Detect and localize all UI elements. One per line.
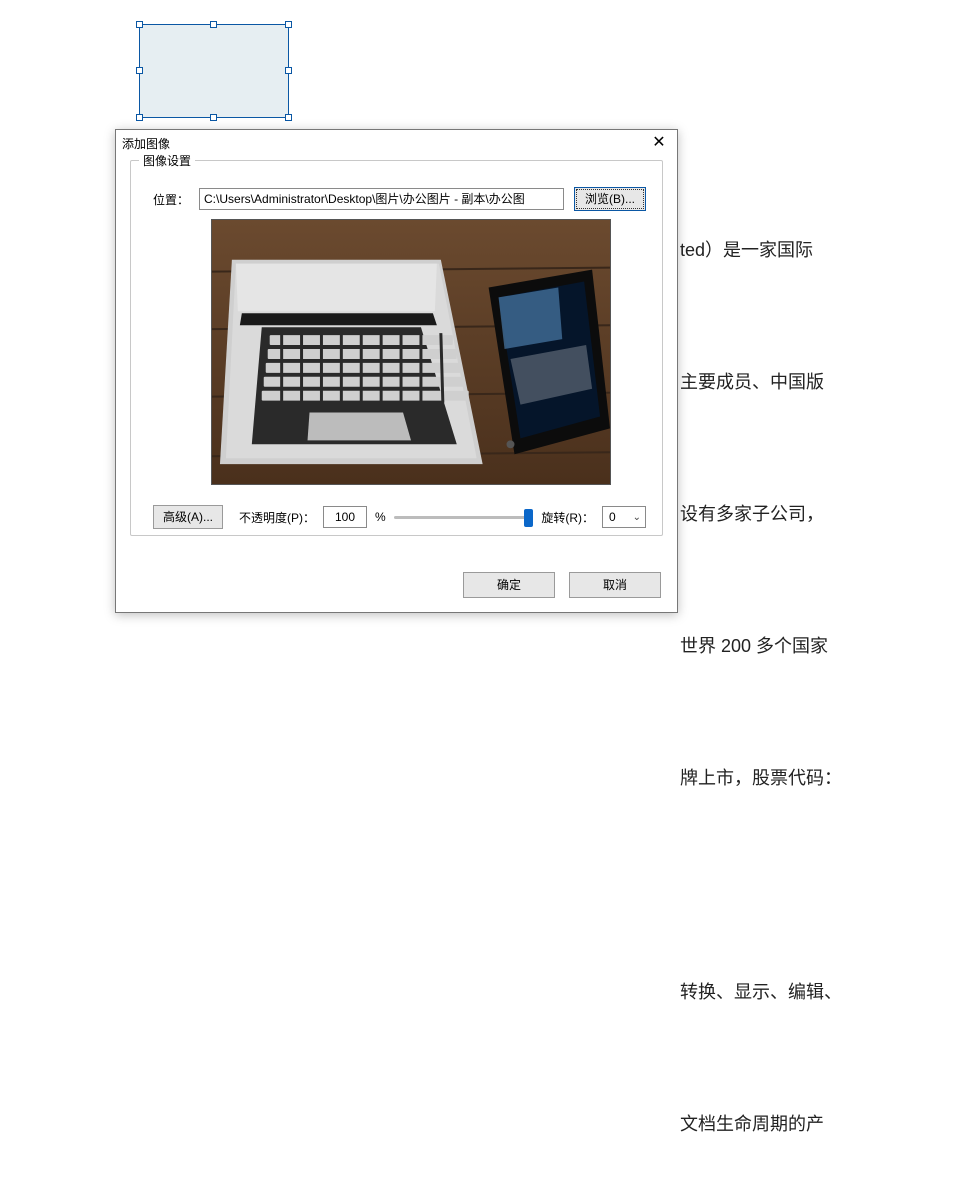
opacity-slider[interactable]: [394, 507, 534, 527]
preview-illustration: [212, 220, 610, 484]
location-row: 位置： C:\Users\Administrator\Desktop\图片\办公…: [153, 187, 646, 211]
close-button[interactable]: ✕: [647, 133, 671, 153]
dialog-titlebar[interactable]: 添加图像 ✕: [116, 130, 677, 156]
fieldset-legend: 图像设置: [139, 152, 195, 169]
rotate-select[interactable]: 0 ⌄: [602, 506, 646, 528]
bg-line: 牌上市，股票代码：: [680, 756, 950, 800]
opacity-input[interactable]: 100: [323, 506, 367, 528]
resize-handle[interactable]: [136, 21, 143, 28]
bg-line: 设有多家子公司，: [680, 492, 950, 536]
bg-line: 主要成员、中国版: [680, 360, 950, 404]
advanced-button[interactable]: 高级(A)...: [153, 505, 223, 529]
add-image-dialog: 添加图像 ✕ 图像设置 位置： C:\Users\Administrator\D…: [115, 129, 678, 613]
cancel-button[interactable]: 取消: [569, 572, 661, 598]
rotate-label: 旋转(R)：: [541, 509, 594, 526]
percent-sign: %: [375, 510, 386, 524]
browse-button[interactable]: 浏览(B)...: [574, 187, 646, 211]
resize-handle[interactable]: [210, 21, 217, 28]
resize-handle[interactable]: [210, 114, 217, 121]
opacity-label: 不透明度(P)：: [239, 509, 315, 526]
dialog-title: 添加图像: [122, 135, 647, 152]
bg-line: ted）是一家国际: [680, 228, 950, 272]
path-input[interactable]: C:\Users\Administrator\Desktop\图片\办公图片 -…: [199, 188, 564, 210]
rotate-value: 0: [609, 510, 616, 524]
controls-row: 高级(A)... 不透明度(P)： 100 % 旋转(R)： 0 ⌄: [153, 505, 646, 529]
resize-handle[interactable]: [285, 114, 292, 121]
bg-line: 转换、显示、编辑、: [680, 970, 950, 1014]
bg-line: 文档生命周期的产: [680, 1102, 950, 1146]
bg-line: 世界 200 多个国家: [680, 624, 950, 668]
resize-handle[interactable]: [136, 67, 143, 74]
background-document-text: ted）是一家国际 主要成员、中国版 设有多家子公司， 世界 200 多个国家 …: [680, 140, 950, 1190]
chevron-down-icon: ⌄: [633, 512, 641, 523]
resize-handle[interactable]: [136, 114, 143, 121]
slider-track: [394, 516, 534, 519]
ok-button[interactable]: 确定: [463, 572, 555, 598]
resize-handle[interactable]: [285, 67, 292, 74]
location-label: 位置：: [153, 191, 189, 208]
image-preview: [211, 219, 611, 485]
dialog-actions: 确定 取消: [463, 572, 661, 598]
selected-image-placeholder[interactable]: [139, 24, 289, 118]
image-settings-fieldset: 图像设置 位置： C:\Users\Administrator\Desktop\…: [130, 160, 663, 536]
resize-handle[interactable]: [285, 21, 292, 28]
slider-thumb[interactable]: [524, 509, 533, 527]
